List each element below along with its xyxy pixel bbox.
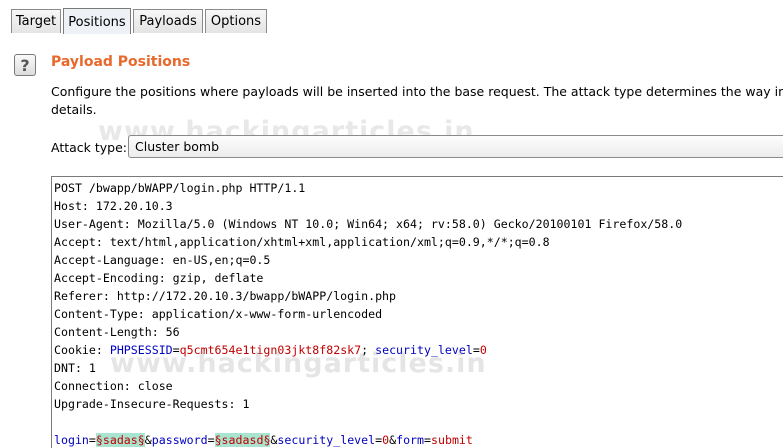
request-editor[interactable]: POST /bwapp/bWAPP/login.php HTTP/1.1 Hos… — [51, 176, 783, 448]
request-line: POST /bwapp/bWAPP/login.php HTTP/1.1 — [54, 181, 306, 195]
intruder-window: Target Positions Payloads Options ? Payl… — [0, 0, 783, 448]
section-title: Payload Positions — [51, 54, 191, 70]
question-mark-icon[interactable]: ? — [14, 54, 36, 76]
body-key-form: form — [396, 433, 425, 447]
cookie-sep: ; — [361, 343, 376, 357]
tab-payloads-label: Payloads — [139, 14, 197, 29]
request-line: Content-Type: application/x-www-form-url… — [54, 307, 383, 321]
tab-positions[interactable]: Positions — [63, 8, 131, 35]
body-line: login=§sadas§&password=§sadasd§&security… — [54, 431, 682, 448]
body-amp: & — [144, 433, 152, 447]
attack-type-value: Cluster bomb — [135, 139, 220, 154]
cookie-value-security: 0 — [479, 343, 487, 357]
payload-marker-2[interactable]: §sadasd§ — [214, 433, 271, 447]
description-line-2: details. — [51, 102, 97, 117]
tab-bar: Target Positions Payloads Options — [0, 0, 783, 35]
cookie-line: Cookie: PHPSESSID=q5cmt654e1tign03jkt8f8… — [54, 341, 682, 359]
request-line: Host: 172.20.10.3 — [54, 199, 173, 213]
cookie-name-security: security_level — [375, 343, 473, 357]
cookie-eq: = — [172, 343, 180, 357]
body-key-security-level: security_level — [277, 433, 376, 447]
request-line: User-Agent: Mozilla/5.0 (Windows NT 10.0… — [54, 217, 683, 231]
tab-positions-label: Positions — [68, 14, 126, 30]
cookie-value-phpsessid: q5cmt654e1tign03jkt8f82sk7 — [179, 343, 362, 357]
cookie-eq: = — [472, 343, 480, 357]
section-description: Configure the positions where payloads w… — [51, 83, 783, 119]
request-line: Referer: http://172.20.10.3/bwapp/bWAPP/… — [54, 289, 397, 303]
cookie-prefix: Cookie: — [54, 343, 110, 357]
description-line-1: Configure the positions where payloads w… — [51, 84, 783, 99]
request-line: DNT: 1 — [54, 361, 96, 375]
tab-options[interactable]: Options — [205, 9, 267, 33]
payload-marker-1[interactable]: §sadas§ — [95, 433, 145, 447]
tab-payloads[interactable]: Payloads — [133, 9, 203, 33]
positions-panel: ? Payload Positions Configure the positi… — [0, 34, 783, 448]
tab-options-label: Options — [210, 14, 262, 29]
body-key-password: password — [151, 433, 208, 447]
body-eq: = — [424, 433, 431, 447]
body-key-login: login — [54, 433, 89, 447]
body-eq: = — [207, 433, 215, 447]
attack-type-label: Attack type: — [51, 140, 128, 155]
body-eq: = — [88, 433, 96, 447]
request-line: Upgrade-Insecure-Requests: 1 — [54, 397, 250, 411]
attack-type-select[interactable]: Cluster bomb — [128, 135, 783, 158]
tab-target[interactable]: Target — [11, 9, 61, 33]
request-line: Accept-Encoding: gzip, deflate — [54, 271, 264, 285]
cookie-name-phpsessid: PHPSESSID — [109, 343, 173, 357]
request-line: Content-Length: 56 — [54, 325, 180, 339]
request-lines: POST /bwapp/bWAPP/login.php HTTP/1.1 Hos… — [54, 179, 682, 448]
request-line: Connection: close — [54, 379, 173, 393]
request-line-empty — [54, 413, 682, 431]
tab-target-label: Target — [15, 14, 57, 29]
request-line: Accept-Language: en-US,en;q=0.5 — [54, 253, 271, 267]
body-value-form: submit — [431, 433, 473, 447]
request-line: Accept: text/html,application/xhtml+xml,… — [54, 235, 550, 249]
